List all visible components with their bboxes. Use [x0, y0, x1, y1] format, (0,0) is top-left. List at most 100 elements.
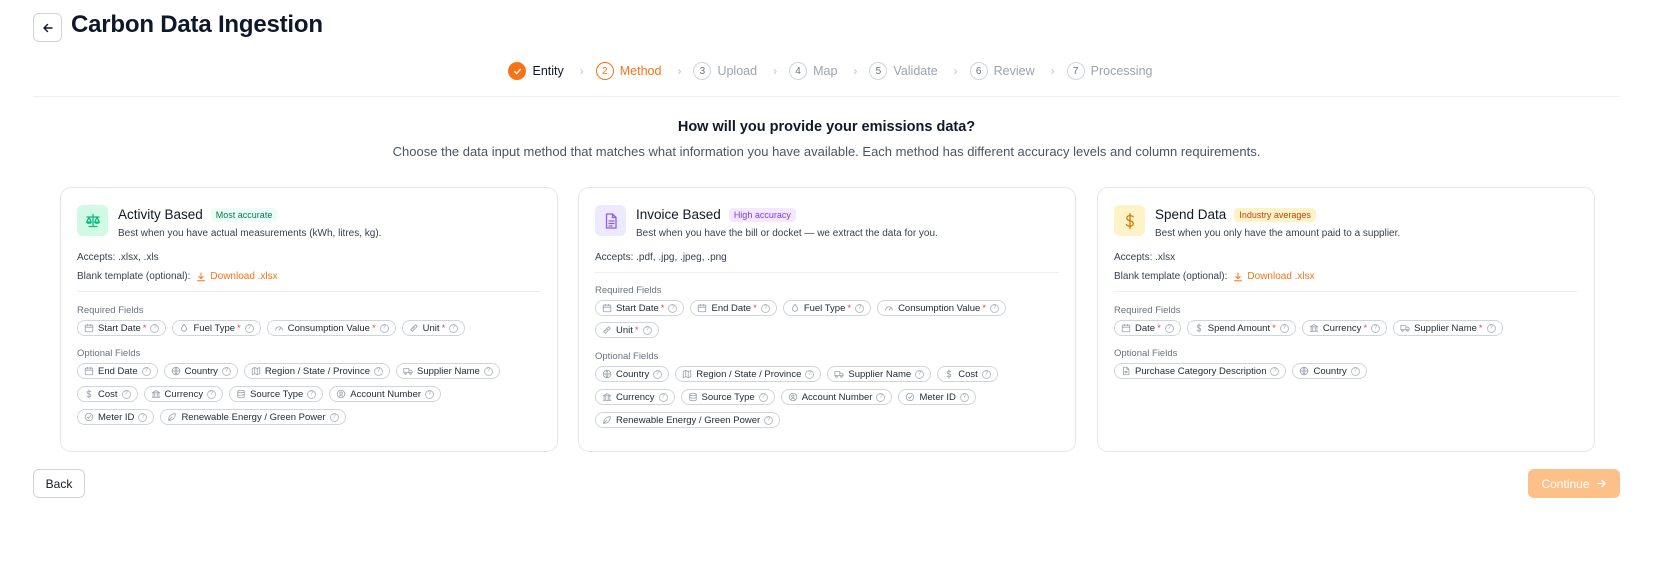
optional-fields-row: End Date? Country? Region / State / Provin…: [77, 363, 547, 379]
step-validate[interactable]: 5 Validate: [869, 62, 938, 80]
field-label: Source Type: [701, 391, 755, 403]
card-title: Spend Data: [1155, 207, 1227, 222]
continue-label: Continue: [1541, 476, 1590, 491]
field-label: Country: [616, 368, 650, 380]
field-label: Currency: [164, 388, 204, 400]
help-icon[interactable]: ?: [760, 303, 770, 313]
help-icon[interactable]: ?: [449, 323, 459, 333]
back-button[interactable]: Back: [33, 469, 85, 498]
help-icon[interactable]: ?: [425, 389, 435, 399]
download-template-link[interactable]: Download .xlsx: [196, 271, 278, 282]
help-icon[interactable]: ?: [805, 369, 815, 379]
optional-fields-row: Meter ID? Renewable Energy / Green Power?: [77, 409, 547, 425]
help-icon[interactable]: ?: [244, 323, 254, 333]
help-icon[interactable]: ?: [138, 412, 148, 422]
continue-button[interactable]: Continue: [1528, 469, 1620, 498]
help-icon[interactable]: ?: [307, 389, 317, 399]
field-chip: Account Number?: [780, 389, 893, 405]
help-icon[interactable]: ?: [915, 369, 925, 379]
field-label: Spend Amount: [1207, 322, 1271, 334]
field-chip: Start Date *?: [595, 300, 685, 316]
field-label: Account Number: [801, 391, 873, 403]
field-label: Date: [1135, 322, 1156, 334]
help-icon[interactable]: ?: [876, 392, 886, 402]
field-label: Cost: [98, 388, 118, 400]
help-icon[interactable]: ?: [150, 323, 160, 333]
globe-icon: [602, 369, 612, 379]
document-icon: [605, 212, 617, 229]
help-icon[interactable]: ?: [855, 303, 865, 313]
help-icon[interactable]: ?: [1279, 323, 1289, 333]
help-icon[interactable]: ?: [483, 366, 493, 376]
required-fields-label: Required Fields: [77, 305, 144, 316]
field-chip: Purchase Category Description?: [1114, 363, 1287, 379]
help-icon[interactable]: ?: [1486, 323, 1496, 333]
help-icon[interactable]: ?: [207, 389, 217, 399]
help-icon[interactable]: ?: [141, 366, 151, 376]
help-icon[interactable]: ?: [373, 366, 383, 376]
meter-icon: [84, 412, 94, 422]
method-card-invoice[interactable]: Invoice Based High accuracy Best when yo…: [578, 187, 1076, 452]
help-icon[interactable]: ?: [1270, 366, 1280, 376]
help-icon[interactable]: ?: [653, 369, 663, 379]
optional-fields-row: Purchase Category Description? Country?: [1114, 363, 1584, 379]
arrow-right-icon: [1596, 479, 1606, 488]
calendar-icon: [84, 323, 94, 333]
help-icon[interactable]: ?: [658, 392, 668, 402]
field-label: Renewable Energy / Green Power: [616, 414, 761, 426]
step-processing[interactable]: 7 Processing: [1066, 62, 1153, 80]
required-asterisk: *: [1157, 322, 1161, 334]
help-icon[interactable]: ?: [981, 369, 991, 379]
method-card-activity[interactable]: Activity Based Most accurate Best when y…: [60, 187, 558, 452]
required-asterisk: *: [237, 322, 241, 334]
download-label: Download .xlsx: [210, 271, 278, 282]
step-map[interactable]: 4 Map: [789, 62, 837, 80]
help-icon[interactable]: ?: [221, 366, 231, 376]
help-icon[interactable]: ?: [329, 412, 339, 422]
field-label: Start Date: [98, 322, 141, 334]
step-number: 7: [1066, 62, 1085, 80]
step-review[interactable]: 6 Review: [969, 62, 1035, 80]
map-icon: [251, 366, 261, 376]
user-circle-icon: [336, 389, 346, 399]
step-upload[interactable]: 3 Upload: [693, 62, 757, 80]
card-divider: [77, 291, 541, 292]
field-chip: Country?: [1292, 363, 1367, 379]
help-icon[interactable]: ?: [959, 392, 969, 402]
step-label: Entity: [532, 64, 564, 78]
card-icon-box: [77, 205, 108, 236]
field-chip: Meter ID?: [898, 389, 976, 405]
step-entity[interactable]: Entity: [508, 62, 564, 80]
field-label: Source Type: [250, 388, 304, 400]
chevron-right-icon: ›: [579, 64, 584, 78]
help-icon[interactable]: ?: [379, 323, 389, 333]
method-card-spend[interactable]: Spend Data Industry averages Best when y…: [1097, 187, 1595, 452]
field-chip: Unit *?: [595, 322, 659, 338]
required-asterisk: *: [847, 302, 852, 314]
bank-icon: [151, 389, 161, 399]
gauge-icon: [884, 303, 894, 313]
help-icon[interactable]: ?: [1164, 323, 1174, 333]
required-asterisk: *: [660, 302, 665, 314]
field-chip: Spend Amount *?: [1186, 320, 1296, 336]
accepts-label: Accepts: .pdf, .jpg, .jpeg, .png: [595, 252, 727, 263]
back-arrow-button[interactable]: [33, 13, 62, 42]
help-icon[interactable]: ?: [642, 325, 652, 335]
help-icon[interactable]: ?: [668, 303, 678, 313]
required-fields-row: Start Date *? End Date *? Fuel Type *? Consump…: [595, 300, 1065, 316]
download-template-link[interactable]: Download .xlsx: [1233, 271, 1315, 282]
field-chip: Cost?: [937, 366, 998, 382]
help-icon[interactable]: ?: [989, 303, 999, 313]
card-description: Best when you have the bill or docket — …: [636, 228, 938, 239]
step-method[interactable]: 2 Method: [595, 62, 661, 80]
help-icon[interactable]: ?: [1350, 366, 1360, 376]
help-icon[interactable]: ?: [758, 392, 768, 402]
step-number: 4: [789, 62, 808, 80]
field-chip: Renewable Energy / Green Power?: [160, 409, 346, 425]
help-icon[interactable]: ?: [1371, 323, 1381, 333]
chevron-right-icon: ›: [677, 64, 682, 78]
help-icon[interactable]: ?: [764, 415, 774, 425]
field-label: Meter ID: [919, 391, 956, 403]
help-icon[interactable]: ?: [121, 389, 131, 399]
download-icon: [197, 272, 206, 281]
